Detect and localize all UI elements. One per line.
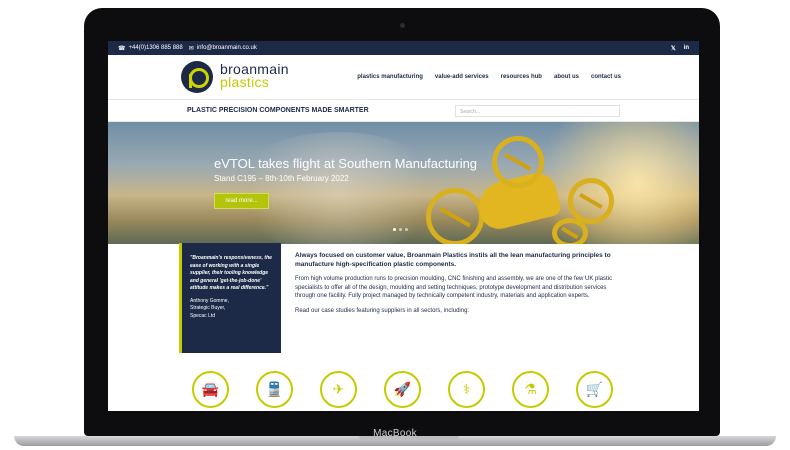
car-icon[interactable]: 🚘 (192, 371, 229, 408)
laptop-mockup: MacBook ☎ +44(0)1306 885 888 ✉ info@broa… (0, 0, 790, 450)
rail-icon[interactable]: 🚆 (256, 371, 293, 408)
website-screen: ☎ +44(0)1306 885 888 ✉ info@broanmain.co… (108, 41, 699, 411)
sky-glow (228, 132, 448, 244)
hero-subtitle: Stand C195 – 8th-10th February 2022 (214, 174, 349, 183)
hero-banner: eVTOL takes flight at Southern Manufactu… (108, 122, 699, 244)
medical-icon[interactable]: ⚕ (448, 371, 485, 408)
logo-line-2: plastics (220, 74, 270, 90)
nav-value-add-services[interactable]: value-add services (435, 74, 489, 80)
device-label: MacBook (373, 428, 417, 439)
search-input[interactable]: Search... (455, 105, 620, 117)
drone-rotor (552, 218, 588, 244)
logo-text[interactable]: broanmain plastics (220, 62, 289, 90)
read-more-button[interactable]: read more... (214, 193, 269, 209)
slider-dots (393, 228, 408, 231)
drone-rotor (426, 188, 484, 244)
intro-lead: Always focused on customer value, Broanm… (295, 252, 611, 268)
author-name: Anthony Gomme, (190, 297, 229, 304)
hero-title: eVTOL takes flight at Southern Manufactu… (214, 156, 478, 171)
tagline: PLASTIC PRECISION COMPONENTS MADE SMARTE… (187, 107, 369, 114)
slider-dot[interactable] (393, 228, 396, 231)
top-bar: ☎ +44(0)1306 885 888 ✉ info@broanmain.co… (108, 41, 699, 55)
laboratory-icon[interactable]: ⚗ (512, 371, 549, 408)
social-links: 𝕏 in (671, 45, 689, 52)
main-nav: plastics manufacturing value-add service… (357, 74, 621, 80)
twitter-icon[interactable]: 𝕏 (671, 45, 676, 52)
camera-dot (400, 23, 405, 28)
case-studies-intro: Read our case studies featuring supplier… (295, 307, 470, 314)
phone-link[interactable]: ☎ +44(0)1306 885 888 (118, 45, 183, 52)
intro-paragraph: From high volume production runs to prec… (295, 276, 613, 299)
author-role: Strategic Buyer, (190, 305, 226, 311)
intro-content: Always focused on customer value, Broanm… (295, 251, 625, 315)
testimonial-quote: "Broanmain's responsiveness, the ease of… (190, 255, 272, 291)
phone-number: +44(0)1306 885 888 (128, 45, 183, 51)
drone-rotor (568, 178, 614, 224)
nav-about-us[interactable]: about us (554, 74, 579, 80)
email-address: info@broanmain.co.uk (196, 45, 257, 51)
slider-dot[interactable] (405, 228, 408, 231)
mail-icon: ✉ (188, 45, 194, 52)
testimonial-author: Anthony Gomme, Strategic Buyer, Specac L… (190, 298, 273, 321)
rocket-icon[interactable]: 🚀 (384, 371, 421, 408)
logo-icon[interactable] (181, 61, 213, 93)
slider-dot[interactable] (399, 228, 402, 231)
aircraft-icon[interactable]: ✈ (320, 371, 357, 408)
nav-contact-us[interactable]: contact us (591, 74, 621, 80)
nav-resources-hub[interactable]: resources hub (501, 74, 542, 80)
drone-rotor (492, 136, 544, 188)
nav-plastics-manufacturing[interactable]: plastics manufacturing (357, 74, 423, 80)
retail-basket-icon[interactable]: 🛒 (576, 371, 613, 408)
site-header: broanmain plastics plastics manufacturin… (108, 55, 699, 100)
testimonial-box: "Broanmain's responsiveness, the ease of… (179, 243, 281, 353)
linkedin-icon[interactable]: in (684, 45, 689, 52)
phone-icon: ☎ (118, 45, 126, 52)
sector-icons: 🚘 🚆 ✈ 🚀 ⚕ ⚗ 🛒 (192, 371, 613, 408)
email-link[interactable]: ✉ info@broanmain.co.uk (189, 45, 257, 52)
tagline-row: PLASTIC PRECISION COMPONENTS MADE SMARTE… (108, 100, 699, 122)
author-company: Specac Ltd (190, 312, 216, 319)
